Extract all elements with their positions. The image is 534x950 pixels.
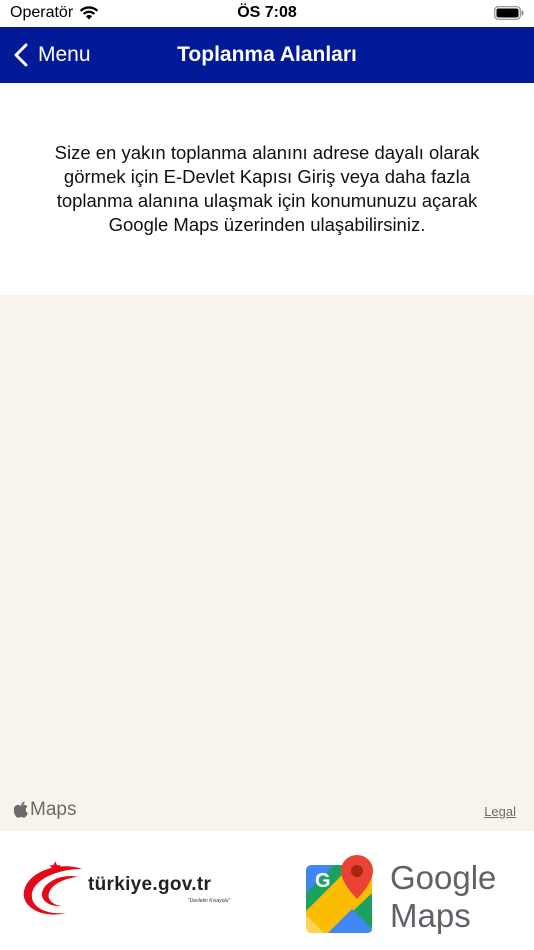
google-maps-wordmark-line1: Google (390, 859, 497, 896)
apple-maps-attribution: Maps (14, 799, 76, 821)
clock-label: ÖS 7:08 (237, 4, 297, 21)
apple-logo-icon (14, 801, 28, 818)
legal-link[interactable]: Legal (484, 804, 516, 819)
turkiye-gov-wordmark: türkiye.gov.tr (88, 874, 212, 895)
map-view[interactable]: Maps Legal (0, 295, 534, 831)
edevlet-login-button[interactable]: türkiye.gov.tr "Devletin Kısayolu" (20, 861, 250, 923)
google-maps-button[interactable]: G Google Maps (304, 853, 514, 935)
turkiye-gov-slogan: "Devletin Kısayolu" (188, 898, 231, 904)
battery-icon (494, 6, 524, 20)
google-maps-wordmark-line2: Maps (390, 897, 471, 934)
navigation-bar: Menu Toplanma Alanları (0, 27, 534, 83)
page-title: Toplanma Alanları (177, 43, 357, 66)
svg-text:G: G (315, 870, 331, 892)
google-maps-logo-icon: G (306, 855, 373, 933)
info-text: Size en yakın toplanma alanını adrese da… (54, 142, 480, 235)
info-section: Size en yakın toplanma alanını adrese da… (0, 83, 534, 295)
maps-attribution-label: Maps (30, 799, 77, 820)
footer: türkiye.gov.tr "Devletin Kısayolu" G Goo… (0, 831, 534, 950)
status-bar: Operatör ÖS 7:08 (0, 0, 534, 27)
